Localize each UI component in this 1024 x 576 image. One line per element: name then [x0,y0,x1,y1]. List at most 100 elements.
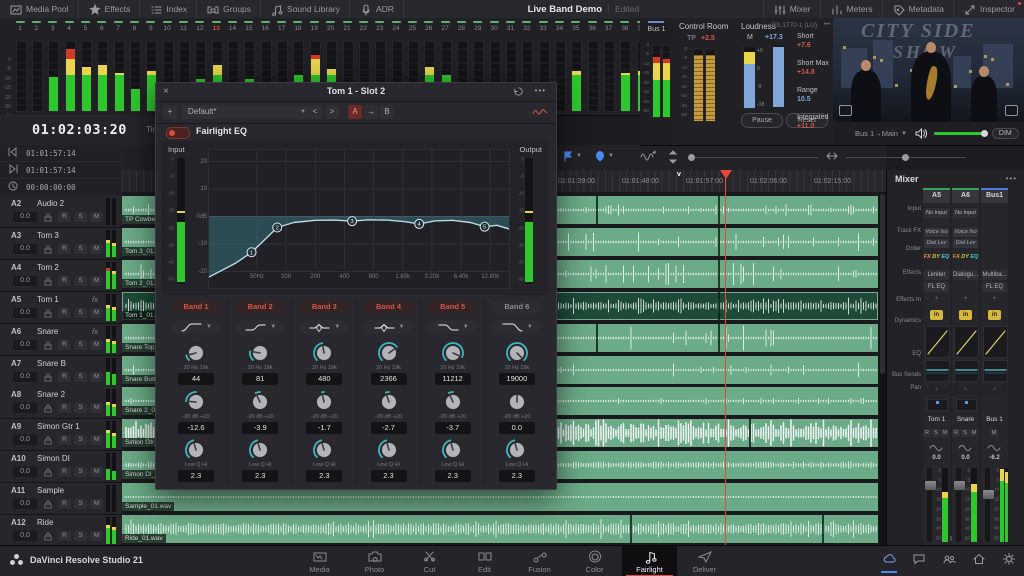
lock-icon[interactable] [44,309,52,321]
freq-knob[interactable] [184,341,208,365]
add-effect-button[interactable]: + [924,294,949,304]
track-volume[interactable]: 0.0 [13,499,37,509]
lock-icon[interactable] [44,532,52,544]
track-volume[interactable]: 0.0 [13,244,37,254]
track-s-button[interactable]: S [74,467,87,477]
cloud-icon[interactable] [882,552,896,569]
freq-value[interactable]: 11212 [435,373,471,385]
track-r-button[interactable]: R [58,531,71,541]
effects-in-toggle[interactable]: in [988,310,1001,320]
lock-icon[interactable] [44,341,52,353]
ab-compare-a-button[interactable]: A [348,105,362,119]
track-m-button[interactable]: M [90,467,103,477]
track-m-button[interactable]: M [90,244,103,254]
strip-s-button[interactable]: S [932,429,940,437]
band-enable-button[interactable]: Band 4 [364,301,414,313]
trackfx-chip[interactable]: Voice Iso [924,228,949,237]
track-r-button[interactable]: R [58,403,71,413]
q-knob[interactable] [505,438,529,462]
lock-icon[interactable] [44,436,52,448]
q-knob[interactable] [312,438,336,462]
flag-tool[interactable]: ▼ [562,150,582,162]
track-m-button[interactable]: M [90,499,103,509]
freq-value[interactable]: 44 [178,373,214,385]
track-volume[interactable]: 0.0 [13,308,37,318]
dynamics-graph[interactable] [983,326,1008,358]
freq-knob[interactable] [312,341,336,365]
track-s-button[interactable]: S [74,308,87,318]
track-s-button[interactable]: S [74,212,87,222]
effect-slot[interactable]: Limiter [924,270,949,280]
track-header-A11[interactable]: A11Sample0.0RSM [0,483,122,515]
track-header-A4[interactable]: A4Tom 20.0RSM [0,260,122,292]
track-s-button[interactable]: S [74,499,87,509]
gain-knob[interactable] [248,390,272,414]
toolbar-button-groups[interactable]: Groups [197,0,261,18]
home-icon[interactable] [972,552,986,569]
bus-send-add[interactable]: + [924,386,949,395]
q-value[interactable]: 2.3 [242,470,278,482]
track-s-button[interactable]: S [74,244,87,254]
track-r-button[interactable]: R [58,212,71,222]
history-icon[interactable] [513,86,524,97]
marker-tool[interactable]: ▼ [594,150,614,162]
lock-icon[interactable] [44,213,52,225]
bus-send-add[interactable]: + [953,386,978,395]
chat-icon[interactable] [912,552,926,569]
toolbar-button-inspector[interactable]: Inspector [953,0,1024,18]
ab-compare-b-button[interactable]: B [380,105,394,119]
toolbar-button-mixer[interactable]: Mixer [763,0,820,18]
toolbar-button-adr[interactable]: ADR [350,0,404,18]
band-shape-dropdown[interactable]: ▼ [299,320,349,334]
speaker-icon[interactable] [915,128,928,139]
gain-knob[interactable] [184,390,208,414]
lock-icon[interactable] [44,373,52,385]
track-height-slider-handle[interactable] [688,154,695,161]
options-menu-icon[interactable]: ••• [535,86,546,95]
track-s-button[interactable]: S [74,435,87,445]
timeline-zoom-slider-handle[interactable] [902,154,909,161]
track-height-slider[interactable] [688,157,818,158]
effect-slot[interactable]: FL EQ [924,282,949,292]
page-tab-color[interactable]: Color [567,546,622,576]
automation-icon[interactable] [958,443,973,455]
ab-copy-button[interactable]: → [364,105,378,119]
q-value[interactable]: 2.3 [499,470,535,482]
strip-header[interactable]: A6 [952,188,979,203]
gain-knob[interactable] [377,390,401,414]
lock-icon[interactable] [44,468,52,480]
add-effect-button[interactable]: + [953,294,978,304]
strip-header[interactable]: A5 [923,188,950,203]
q-value[interactable]: 2.3 [371,470,407,482]
monitor-destination[interactable]: Main [882,129,898,138]
band-enable-button[interactable]: Band 5 [428,301,478,313]
track-s-button[interactable]: S [74,340,87,350]
track-r-button[interactable]: R [58,244,71,254]
prev-preset-button[interactable]: < [308,105,322,119]
track-header-A12[interactable]: A12Ride0.0RSM [0,515,122,547]
gain-knob[interactable] [505,390,529,414]
input-selector[interactable]: No Input [953,208,978,218]
q-knob[interactable] [377,438,401,462]
freq-value[interactable]: 81 [242,373,278,385]
dynamics-graph[interactable] [954,326,979,358]
q-value[interactable]: 2.3 [306,470,342,482]
strip-m-button[interactable]: M [941,429,949,437]
trackfx-chip[interactable]: Dial Lev [953,239,978,248]
gain-knob[interactable] [312,390,336,414]
eq-curve-icon[interactable] [532,107,548,117]
page-tab-edit[interactable]: Edit [457,546,512,576]
trackfx-chip[interactable]: Voice Iso [953,228,978,237]
bus-send-add[interactable]: + [982,386,1007,395]
track-s-button[interactable]: S [74,276,87,286]
track-r-button[interactable]: R [58,499,71,509]
toolbar-button-meters[interactable]: Meters [820,0,882,18]
pan-control[interactable] [956,399,977,411]
freq-value[interactable]: 480 [306,373,342,385]
track-r-button[interactable]: R [58,372,71,382]
track-volume[interactable]: 0.0 [13,340,37,350]
add-effect-button[interactable]: + [982,294,1007,304]
q-value[interactable]: 2.3 [435,470,471,482]
pan-control[interactable] [927,399,948,411]
lock-icon[interactable] [44,277,52,289]
